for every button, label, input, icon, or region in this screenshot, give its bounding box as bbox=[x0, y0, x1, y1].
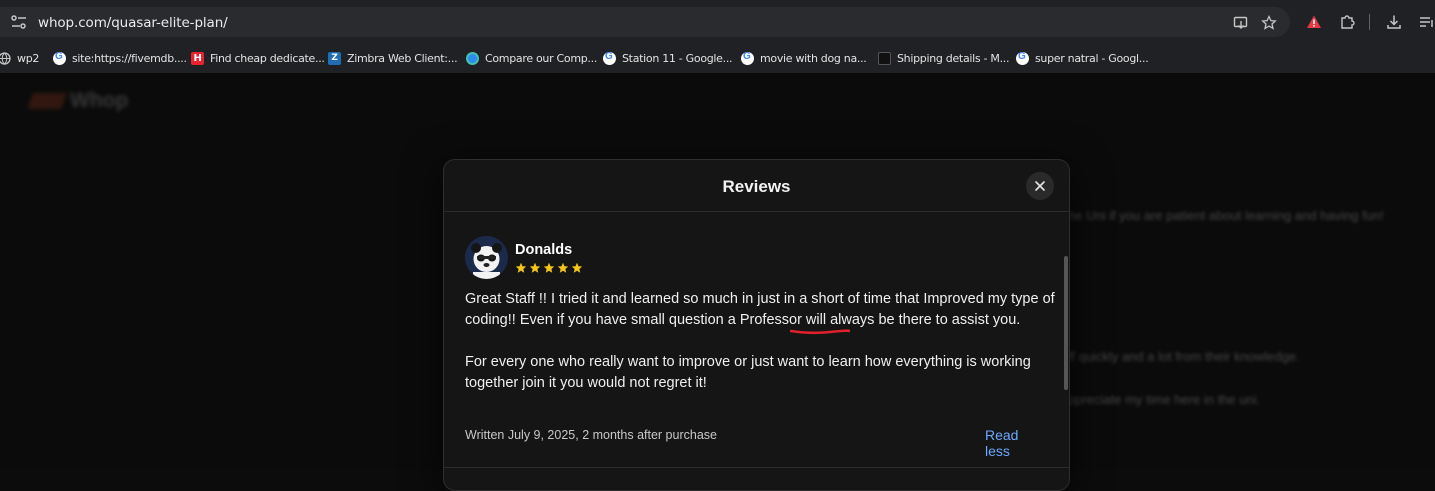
install-app-icon[interactable] bbox=[1233, 15, 1249, 31]
review-text: Great Staff !! I tried it and learned so… bbox=[465, 289, 1055, 415]
site-info-icon[interactable] bbox=[10, 14, 28, 30]
scrollbar-thumb[interactable] bbox=[1064, 256, 1068, 390]
google-icon bbox=[1016, 51, 1029, 65]
star-icon bbox=[515, 262, 527, 273]
close-button[interactable] bbox=[1026, 172, 1054, 200]
bookmark-fivemdb[interactable]: site:https://fivemdb.... bbox=[53, 49, 187, 67]
close-icon bbox=[1035, 181, 1045, 191]
compare-icon bbox=[466, 51, 479, 65]
panda-avatar-icon bbox=[465, 236, 508, 279]
bookmark-movie-with-dog[interactable]: movie with dog na... bbox=[741, 49, 867, 67]
bookmark-wp2[interactable]: wp2 bbox=[0, 49, 39, 67]
reviews-modal: Reviews Donalds Great Staff !! I tried i… bbox=[443, 159, 1070, 491]
review-paragraph: For every one who really want to improve… bbox=[465, 354, 1031, 391]
bookmark-star-icon[interactable] bbox=[1261, 15, 1277, 31]
h-site-icon: H bbox=[191, 51, 204, 65]
review-divider bbox=[444, 467, 1069, 468]
star-icon bbox=[571, 262, 583, 273]
toolbar-divider bbox=[1369, 14, 1370, 30]
url-text[interactable]: whop.com/quasar-elite-plan/ bbox=[38, 15, 228, 31]
extensions-icon[interactable] bbox=[1339, 14, 1355, 30]
bookmark-shipping-details[interactable]: Shipping details - M... bbox=[878, 49, 1009, 67]
bookmarks-bar: wp2 site:https://fivemdb.... H Find chea… bbox=[0, 44, 1435, 73]
avatar[interactable] bbox=[465, 236, 508, 279]
shipping-icon bbox=[878, 51, 891, 65]
browser-toolbar: whop.com/quasar-elite-plan/ bbox=[0, 0, 1435, 44]
bookmark-find-cheap-dedicated[interactable]: H Find cheap dedicate... bbox=[191, 49, 325, 67]
read-less-link[interactable]: Read less bbox=[985, 427, 1045, 459]
bookmark-station-11[interactable]: Station 11 - Google... bbox=[603, 49, 733, 67]
review-date: Written July 9, 2025, 2 months after pur… bbox=[465, 428, 717, 442]
download-icon[interactable] bbox=[1386, 14, 1402, 30]
star-icon bbox=[557, 262, 569, 273]
star-rating bbox=[515, 262, 583, 274]
modal-title: Reviews bbox=[722, 177, 791, 196]
zimbra-icon: Z bbox=[328, 51, 341, 65]
red-underline-annotation bbox=[790, 329, 850, 335]
bookmark-compare[interactable]: Compare our Comp... bbox=[466, 49, 597, 67]
star-icon bbox=[543, 262, 555, 273]
globe-icon bbox=[0, 51, 11, 65]
reviewer-name[interactable]: Donalds bbox=[515, 242, 572, 258]
star-icon bbox=[529, 262, 541, 273]
bookmark-super-natral[interactable]: super natral - Googl... bbox=[1016, 49, 1149, 67]
reading-list-icon[interactable] bbox=[1418, 14, 1434, 30]
review-paragraph: Great Staff !! I tried it and learned so… bbox=[465, 291, 1055, 328]
google-icon bbox=[741, 51, 754, 65]
modal-header: Reviews bbox=[444, 160, 1069, 212]
warning-icon[interactable] bbox=[1306, 14, 1322, 30]
google-icon bbox=[603, 51, 616, 65]
bookmark-zimbra[interactable]: Z Zimbra Web Client:... bbox=[328, 49, 458, 67]
address-bar[interactable]: whop.com/quasar-elite-plan/ bbox=[0, 7, 1290, 37]
google-icon bbox=[53, 51, 66, 65]
